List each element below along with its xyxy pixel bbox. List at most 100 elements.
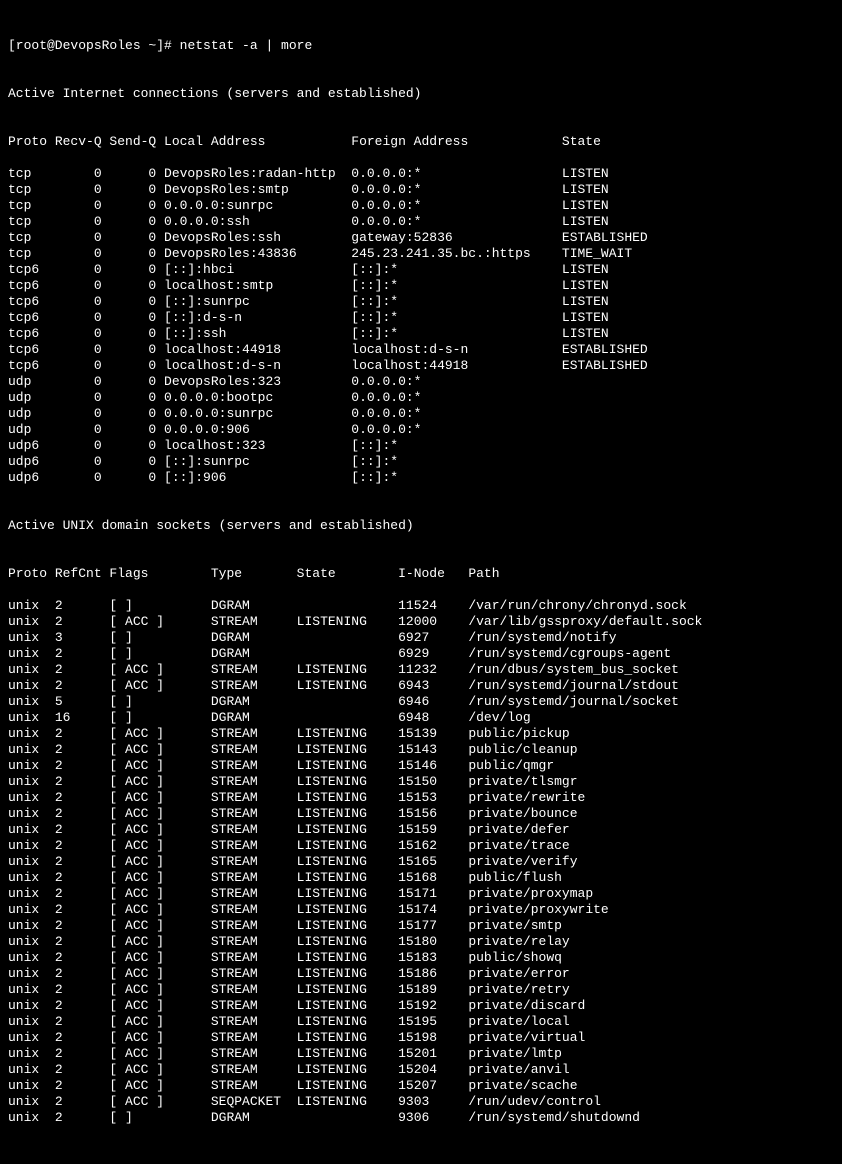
cell-type: STREAM: [211, 614, 297, 630]
cell-path: private/scache: [468, 1078, 577, 1094]
cell-local: DevopsRoles:323: [164, 374, 351, 390]
cell-proto: tcp6: [8, 342, 55, 358]
cell-state: [297, 598, 398, 614]
cell-proto: unix: [8, 790, 55, 806]
cell-local: 0.0.0.0:ssh: [164, 214, 351, 230]
cell-type: STREAM: [211, 886, 297, 902]
cell-path: private/anvil: [468, 1062, 569, 1078]
cell-flags: [ ACC ]: [109, 678, 210, 694]
cell-local: [::]:d-s-n: [164, 310, 351, 326]
col-state: State: [297, 566, 398, 582]
cell-type: STREAM: [211, 822, 297, 838]
cell-flags: [ ACC ]: [109, 822, 210, 838]
cell-state: LISTENING: [297, 758, 398, 774]
terminal-output[interactable]: [root@DevopsRoles ~]# netstat -a | more …: [0, 0, 842, 1164]
cell-path: private/defer: [468, 822, 569, 838]
cell-foreign: 0.0.0.0:*: [351, 198, 562, 214]
cell-refcnt: 2: [55, 774, 110, 790]
cell-proto: unix: [8, 742, 55, 758]
cell-proto: unix: [8, 1110, 55, 1126]
cell-state: LISTEN: [562, 198, 609, 214]
cell-foreign: [::]:*: [351, 326, 562, 342]
cell-state: LISTEN: [562, 182, 609, 198]
cell-proto: unix: [8, 854, 55, 870]
cell-path: public/cleanup: [468, 742, 577, 758]
cell-flags: [ ACC ]: [109, 1078, 210, 1094]
cell-proto: unix: [8, 1078, 55, 1094]
inet-row: udp 0 0 DevopsRoles:323 0.0.0.0:*: [8, 374, 834, 390]
inet-row: udp6 0 0 localhost:323 [::]:*: [8, 438, 834, 454]
cell-state: LISTENING: [297, 1094, 398, 1110]
cell-sendq: 0: [109, 438, 164, 454]
unix-row: unix 2 [ ACC ] STREAM LISTENING 15146 pu…: [8, 758, 834, 774]
unix-row: unix 2 [ ACC ] STREAM LISTENING 11232 /r…: [8, 662, 834, 678]
col-flags: Flags: [109, 566, 210, 582]
cell-flags: [ ACC ]: [109, 774, 210, 790]
cell-path: private/lmtp: [468, 1046, 562, 1062]
cell-sendq: 0: [109, 182, 164, 198]
cell-proto: unix: [8, 774, 55, 790]
cell-state: ESTABLISHED: [562, 342, 648, 358]
unix-row: unix 2 [ ACC ] STREAM LISTENING 15168 pu…: [8, 870, 834, 886]
cell-path: private/tlsmgr: [468, 774, 577, 790]
cell-refcnt: 2: [55, 646, 110, 662]
unix-row: unix 2 [ ACC ] STREAM LISTENING 15139 pu…: [8, 726, 834, 742]
cell-local: 0.0.0.0:sunrpc: [164, 406, 351, 422]
cell-inode: 15156: [398, 806, 468, 822]
cell-inode: 15150: [398, 774, 468, 790]
cell-recvq: 0: [55, 310, 110, 326]
cell-path: private/local: [468, 1014, 569, 1030]
cell-state: LISTENING: [297, 918, 398, 934]
cell-type: STREAM: [211, 678, 297, 694]
cell-foreign: 0.0.0.0:*: [351, 182, 562, 198]
cell-refcnt: 2: [55, 678, 110, 694]
col-type: Type: [211, 566, 297, 582]
cell-foreign: 0.0.0.0:*: [351, 390, 562, 406]
unix-row: unix 2 [ ] DGRAM 11524 /var/run/chrony/c…: [8, 598, 834, 614]
cell-proto: unix: [8, 870, 55, 886]
section-title-inet: Active Internet connections (servers and…: [8, 86, 834, 102]
cell-sendq: 0: [109, 310, 164, 326]
inet-row: udp 0 0 0.0.0.0:sunrpc 0.0.0.0:*: [8, 406, 834, 422]
cell-type: STREAM: [211, 982, 297, 998]
cell-type: STREAM: [211, 1014, 297, 1030]
cell-path: private/trace: [468, 838, 569, 854]
cell-recvq: 0: [55, 326, 110, 342]
cell-flags: [ ACC ]: [109, 950, 210, 966]
cell-inode: 15139: [398, 726, 468, 742]
cell-path: public/pickup: [468, 726, 569, 742]
cell-state: LISTEN: [562, 214, 609, 230]
cell-inode: 15186: [398, 966, 468, 982]
cell-refcnt: 2: [55, 838, 110, 854]
cell-proto: unix: [8, 934, 55, 950]
cell-recvq: 0: [55, 438, 110, 454]
cell-type: STREAM: [211, 1030, 297, 1046]
cell-flags: [ ]: [109, 1110, 210, 1126]
cell-path: public/qmgr: [468, 758, 554, 774]
cell-local: [::]:ssh: [164, 326, 351, 342]
inet-row: tcp 0 0 0.0.0.0:ssh 0.0.0.0:* LISTEN: [8, 214, 834, 230]
cell-proto: unix: [8, 966, 55, 982]
cell-path: public/flush: [468, 870, 562, 886]
unix-row: unix 2 [ ACC ] STREAM LISTENING 15201 pr…: [8, 1046, 834, 1062]
cell-state: [297, 630, 398, 646]
cell-foreign: [::]:*: [351, 454, 562, 470]
cell-proto: udp: [8, 374, 55, 390]
cell-state: LISTEN: [562, 310, 609, 326]
cell-type: STREAM: [211, 742, 297, 758]
cell-path: /run/systemd/journal/socket: [468, 694, 679, 710]
cell-local: localhost:d-s-n: [164, 358, 351, 374]
inet-row: tcp6 0 0 [::]:hbci [::]:* LISTEN: [8, 262, 834, 278]
cell-proto: unix: [8, 1062, 55, 1078]
cell-refcnt: 2: [55, 1046, 110, 1062]
cell-inode: 9306: [398, 1110, 468, 1126]
cell-local: [::]:hbci: [164, 262, 351, 278]
cell-state: LISTEN: [562, 262, 609, 278]
cell-refcnt: 2: [55, 886, 110, 902]
cell-flags: [ ACC ]: [109, 662, 210, 678]
inet-row: tcp6 0 0 [::]:d-s-n [::]:* LISTEN: [8, 310, 834, 326]
cell-sendq: 0: [109, 214, 164, 230]
cell-path: private/relay: [468, 934, 569, 950]
cell-sendq: 0: [109, 166, 164, 182]
cell-state: LISTENING: [297, 662, 398, 678]
